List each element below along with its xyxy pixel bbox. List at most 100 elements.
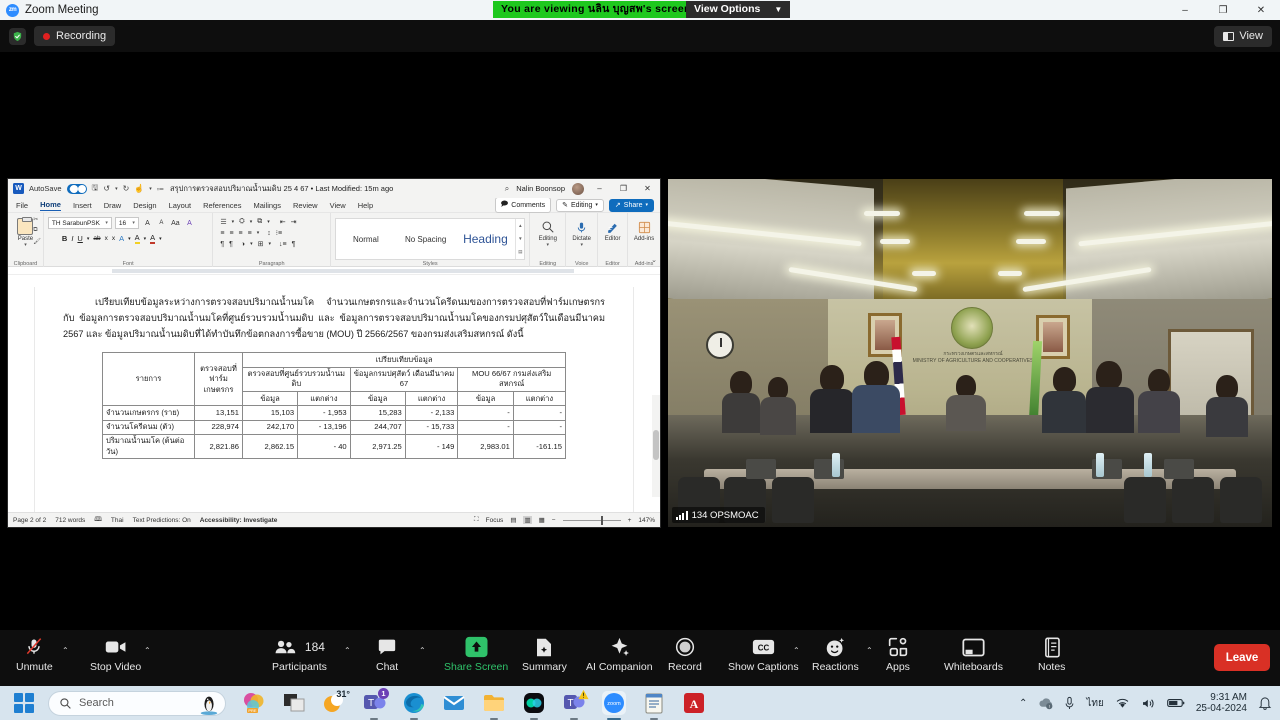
stop-video-button[interactable]: Stop Video xyxy=(90,634,141,682)
redo-icon[interactable]: ↻ xyxy=(123,184,130,193)
cut-icon[interactable]: ✂ xyxy=(33,216,41,223)
leave-button[interactable]: Leave xyxy=(1214,644,1270,671)
task-view-icon[interactable] xyxy=(282,691,306,715)
styles-expand-icon[interactable]: ▤ xyxy=(518,249,522,255)
unmute-button[interactable]: Unmute xyxy=(16,634,53,682)
zoom-out-button[interactable]: − xyxy=(552,517,556,524)
battery-icon[interactable] xyxy=(1166,697,1185,709)
strikethrough-icon[interactable]: ab xyxy=(93,235,100,242)
tab-mailings[interactable]: Mailings xyxy=(253,201,281,210)
magnifier-icon[interactable] xyxy=(541,219,555,235)
apps-button[interactable]: Apps xyxy=(886,634,910,682)
status-page[interactable]: Page 2 of 2 xyxy=(13,517,46,524)
tab-references[interactable]: References xyxy=(203,201,241,210)
captions-options-chevron-icon[interactable]: ⌃ xyxy=(793,646,800,655)
record-button[interactable]: Record xyxy=(668,634,702,682)
search-input[interactable]: Search xyxy=(48,690,226,716)
chevron-down-icon[interactable]: ▾ xyxy=(250,241,253,247)
style-normal[interactable]: Normal xyxy=(336,235,396,244)
touch-mode-icon[interactable]: ☝ xyxy=(134,184,144,193)
summary-button[interactable]: Summary xyxy=(522,634,567,682)
ribbon-collapse-icon[interactable]: ⌄ xyxy=(651,256,657,264)
decrease-indent-icon[interactable]: ⇤ xyxy=(280,218,286,226)
tab-view[interactable]: View xyxy=(330,201,346,210)
reactions-button[interactable]: Reactions xyxy=(812,634,859,682)
status-word-count[interactable]: 712 words xyxy=(55,517,85,524)
view-options-button[interactable]: View Options ▼ xyxy=(686,1,791,18)
multilevel-list-icon[interactable]: ⧉ xyxy=(257,218,262,226)
justify-icon[interactable]: ≡ xyxy=(248,230,252,237)
clear-formatting-icon[interactable]: A xyxy=(184,220,195,227)
status-language[interactable]: Thai xyxy=(111,517,124,524)
save-icon[interactable]: 🖫 xyxy=(92,182,99,196)
editor-pen-icon[interactable] xyxy=(606,219,619,235)
language-indicator[interactable]: ไทย xyxy=(1086,696,1103,711)
wifi-icon[interactable] xyxy=(1115,697,1130,710)
rtl-text-icon[interactable]: ¶ xyxy=(229,241,233,248)
bold-icon[interactable]: B xyxy=(62,234,67,243)
styles-scroll-controls[interactable]: ▲ ▼ ▤ xyxy=(515,219,524,259)
text-effects-icon[interactable]: A xyxy=(119,234,124,243)
tab-draw[interactable]: Draw xyxy=(104,201,122,210)
microphone-icon[interactable] xyxy=(1064,696,1075,711)
video-options-chevron-icon[interactable]: ⌃ xyxy=(144,646,151,655)
teams-icon[interactable]: T xyxy=(562,689,589,720)
share-button[interactable]: ↗ Share ▾ xyxy=(608,198,654,212)
chevron-down-icon[interactable]: ▾ xyxy=(144,236,147,242)
chevron-down-icon[interactable]: ▾ xyxy=(128,236,131,242)
tab-file[interactable]: File xyxy=(16,201,28,210)
chevron-down-icon[interactable]: ▾ xyxy=(580,242,583,248)
chevron-down-icon[interactable]: ▾ xyxy=(250,219,253,225)
recording-indicator[interactable]: Recording xyxy=(34,26,116,46)
word-restore-button[interactable]: ❐ xyxy=(615,184,632,193)
line-spacing-icon[interactable]: ↕ xyxy=(267,230,271,237)
share-screen-button[interactable]: Share Screen xyxy=(444,634,508,682)
format-painter-icon[interactable]: 🖌 xyxy=(33,238,41,245)
web-layout-icon[interactable]: ▦ xyxy=(539,516,545,524)
chat-button[interactable]: Chat xyxy=(376,634,398,682)
word-document-title[interactable]: สรุปการตรวจสอบปริมาณน้ำนมดิบ 25 4 67 • L… xyxy=(170,179,393,198)
borders-icon[interactable]: ⊞ xyxy=(258,240,264,248)
word-document-page[interactable]: เปรียบเทียบข้อมูลระหว่างการตรวจสอบปริมาณ… xyxy=(34,287,634,512)
scroll-up-icon[interactable]: ▲ xyxy=(518,223,522,228)
undo-chevron-icon[interactable]: ▾ xyxy=(115,186,118,192)
zoom-level[interactable]: 147% xyxy=(638,517,655,524)
volume-icon[interactable] xyxy=(1141,697,1156,710)
font-color-icon[interactable]: A xyxy=(150,233,156,244)
copy-icon[interactable]: ⧉ xyxy=(33,227,41,234)
chevron-down-icon[interactable]: ▾ xyxy=(232,219,235,225)
font-name-box[interactable]: TH SarabunPSK ▾ xyxy=(47,217,112,229)
clock[interactable]: 9:31 AM 25-04-2024 xyxy=(1196,692,1247,715)
shrink-font-icon[interactable]: A xyxy=(156,220,167,226)
avatar[interactable] xyxy=(572,182,584,195)
autosave-toggle[interactable]: On xyxy=(66,183,87,194)
document-vertical-scrollbar[interactable] xyxy=(652,395,660,497)
bullets-icon[interactable]: ☰ xyxy=(220,218,226,226)
adobe-acrobat-icon[interactable]: A xyxy=(682,691,706,715)
editing-mode-button[interactable]: ✎ Editing ▾ xyxy=(556,198,604,212)
start-button[interactable] xyxy=(14,693,34,713)
tab-home[interactable]: Home xyxy=(40,200,61,211)
show-captions-button[interactable]: CC Show Captions xyxy=(728,634,799,682)
chevron-down-icon[interactable]: ▾ xyxy=(547,242,550,248)
status-text-predictions[interactable]: Text Predictions: On xyxy=(133,517,191,524)
zoom-slider-thumb[interactable] xyxy=(600,515,604,525)
styles-gallery[interactable]: Normal No Spacing Heading ▲ ▼ ▤ xyxy=(334,218,526,260)
highlight-icon[interactable]: A xyxy=(134,233,140,244)
encryption-shield-icon[interactable] xyxy=(9,27,26,45)
view-layout-button[interactable]: View xyxy=(1214,25,1272,47)
italic-icon[interactable]: I xyxy=(71,234,73,243)
print-layout-icon[interactable]: ▥ xyxy=(523,516,532,524)
status-accessibility[interactable]: Accessibility: Investigate xyxy=(200,517,278,524)
zoom-icon[interactable]: zoom xyxy=(602,691,626,720)
proofing-icon[interactable]: 🕮 xyxy=(94,515,102,526)
increase-indent-icon[interactable]: ⇥ xyxy=(291,218,297,226)
ltr-text-icon[interactable]: ¶ xyxy=(220,241,224,248)
focus-mode-button[interactable]: ⛶ xyxy=(474,516,479,524)
addins-grid-icon[interactable] xyxy=(638,219,651,235)
maximize-button[interactable]: ❐ xyxy=(1204,0,1242,20)
shared-word-window[interactable]: W AutoSave On 🖫 ↺ ▾ ↻ ☝ ▾ ⩴ สรุปการตรวจส… xyxy=(8,179,660,527)
grow-font-icon[interactable]: A xyxy=(142,220,153,227)
undo-icon[interactable]: ↺ xyxy=(103,184,110,193)
tab-help[interactable]: Help xyxy=(358,201,373,210)
